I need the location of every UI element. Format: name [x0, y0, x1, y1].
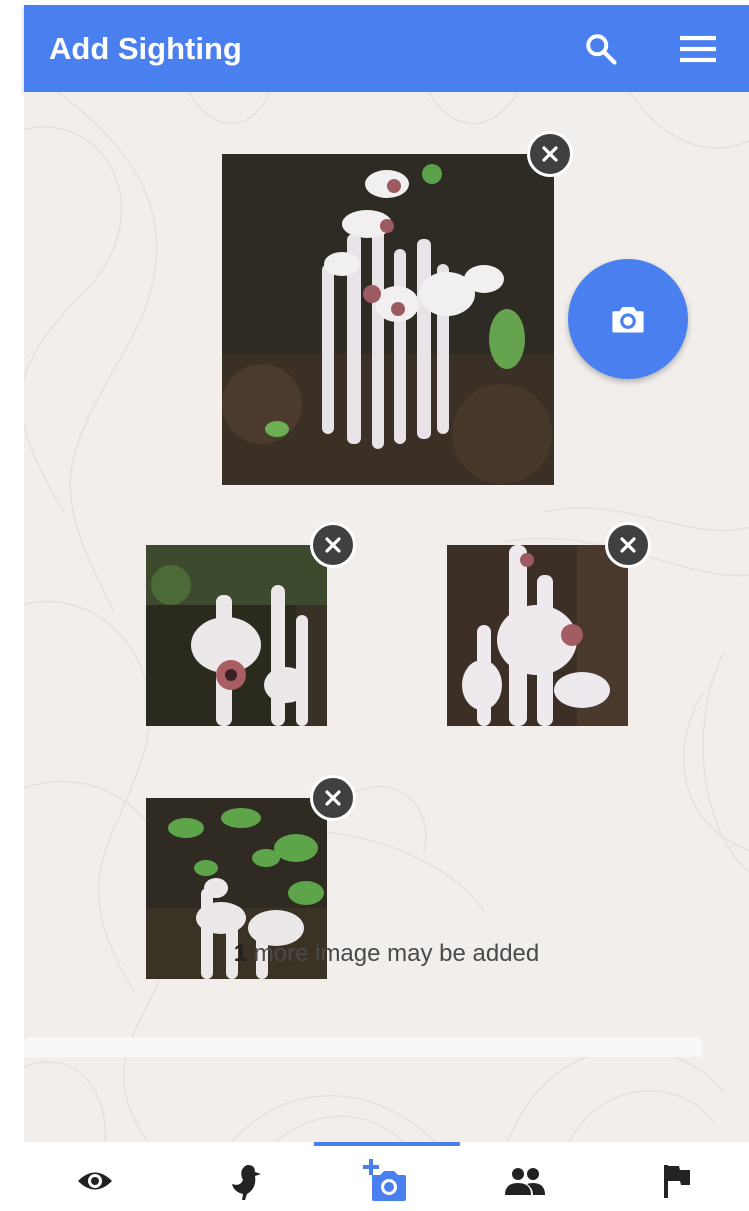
nav-species[interactable] — [210, 1156, 280, 1206]
photo-image-3 — [447, 545, 628, 726]
close-icon — [620, 537, 636, 553]
bottom-card-edge — [24, 1037, 702, 1057]
people-icon — [505, 1168, 545, 1195]
nav-add-sighting[interactable] — [350, 1156, 420, 1206]
search-button[interactable] — [579, 27, 623, 71]
add-photo-button[interactable] — [568, 259, 688, 379]
photo-image-2 — [146, 545, 327, 726]
sighting-photo-2[interactable] — [146, 545, 327, 726]
bird-icon — [232, 1165, 261, 1200]
camera-icon — [612, 306, 644, 333]
remaining-text: more image may be added — [247, 940, 540, 967]
remove-photo-1-button[interactable] — [527, 131, 573, 177]
flag-icon — [664, 1165, 690, 1198]
close-icon — [325, 790, 341, 806]
close-icon — [325, 537, 341, 553]
eye-icon — [78, 1172, 112, 1190]
remaining-images-note: 1 more image may be added — [24, 940, 749, 968]
photo-image-1 — [222, 154, 554, 485]
search-icon — [586, 34, 617, 65]
app-bar: Add Sighting — [24, 5, 749, 92]
nav-view-sightings[interactable] — [60, 1156, 130, 1206]
content-area[interactable]: 1 more image may be added — [24, 92, 749, 1142]
remaining-count: 1 — [233, 940, 248, 967]
remove-photo-2-button[interactable] — [310, 522, 356, 568]
sighting-photo-3[interactable] — [447, 545, 628, 726]
left-edge — [0, 0, 24, 1211]
menu-button[interactable] — [676, 27, 720, 71]
menu-icon — [680, 35, 716, 63]
nav-report[interactable] — [642, 1156, 712, 1206]
nav-community[interactable] — [490, 1156, 560, 1206]
active-tab-indicator — [314, 1142, 460, 1146]
close-icon — [542, 146, 558, 162]
bottom-navigation — [0, 1142, 749, 1211]
page-title: Add Sighting — [49, 31, 242, 66]
sighting-photo-1[interactable] — [222, 154, 554, 485]
add-photo-icon — [363, 1159, 406, 1201]
remove-photo-4-button[interactable] — [310, 775, 356, 821]
remove-photo-3-button[interactable] — [605, 522, 651, 568]
